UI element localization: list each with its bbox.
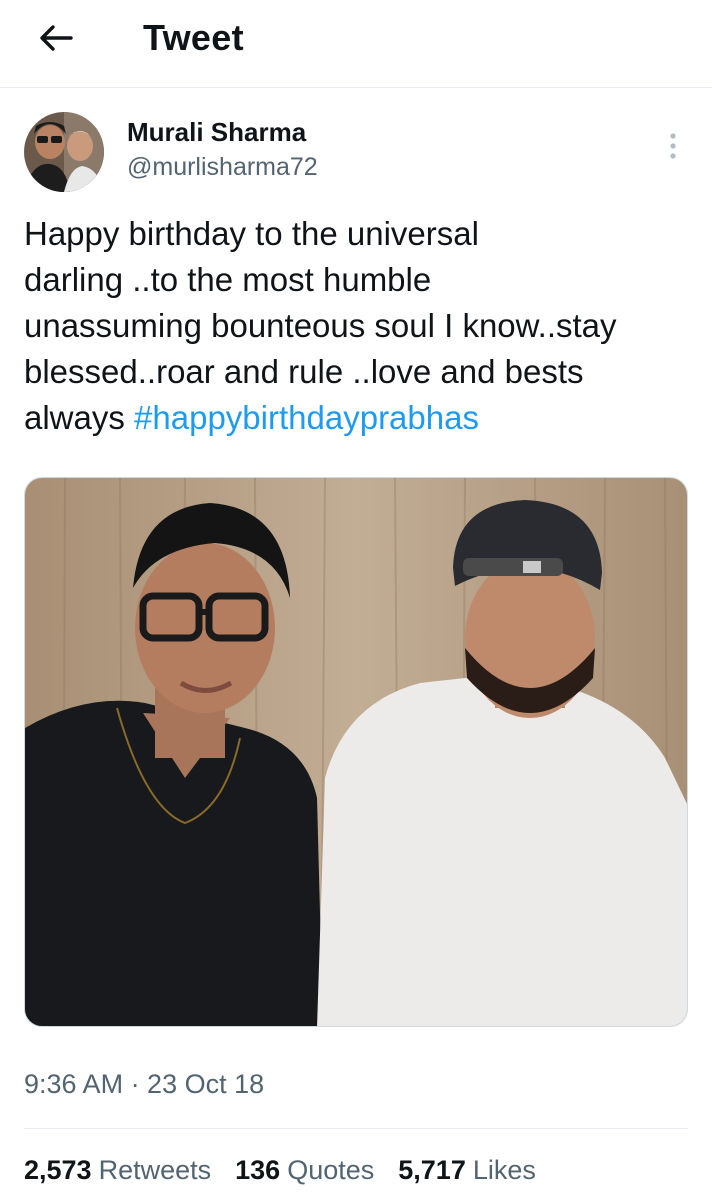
tweet-text: Happy birthday to the universal darling …	[24, 211, 694, 441]
quotes-label: Quotes	[287, 1155, 375, 1185]
quotes-count: 136	[235, 1155, 281, 1185]
retweets-label: Retweets	[98, 1155, 212, 1185]
tweet-text-line: unassuming bounteous soul I know..stay	[24, 307, 617, 344]
more-options-button[interactable]	[658, 126, 688, 166]
top-bar: Tweet	[0, 0, 712, 88]
retweets-count: 2,573	[24, 1155, 92, 1185]
engagement-stats: 2,573 Retweets 136 Quotes 5,717 Likes	[24, 1155, 560, 1186]
author-handle[interactable]: @murlisharma72	[127, 153, 318, 182]
hashtag-link[interactable]: #happybirthdayprabhas	[134, 399, 479, 436]
likes-count: 5,717	[398, 1155, 466, 1185]
tweet-text-prefix: always	[24, 399, 135, 436]
avatar[interactable]	[24, 112, 104, 192]
divider	[24, 1128, 688, 1129]
tweet-text-line: blessed..roar and rule ..love and bests	[24, 353, 584, 390]
likes-stat[interactable]: 5,717 Likes	[398, 1155, 536, 1186]
more-vertical-icon	[670, 133, 676, 159]
likes-label: Likes	[472, 1155, 536, 1185]
author-name[interactable]: Murali Sharma	[127, 117, 306, 148]
tweet-timestamp[interactable]: 9:36 AM · 23 Oct 18	[24, 1069, 264, 1100]
tweet-text-line: always #happybirthdayprabhas	[24, 395, 694, 441]
tweet-photo[interactable]	[24, 477, 688, 1027]
back-button[interactable]	[34, 18, 78, 58]
tweet-text-line: Happy birthday to the universal	[24, 215, 479, 252]
quotes-stat[interactable]: 136 Quotes	[235, 1155, 374, 1186]
retweets-stat[interactable]: 2,573 Retweets	[24, 1155, 211, 1186]
tweet-text-line: darling ..to the most humble	[24, 261, 432, 298]
arrow-left-icon	[40, 25, 73, 51]
page-title: Tweet	[143, 17, 244, 58]
